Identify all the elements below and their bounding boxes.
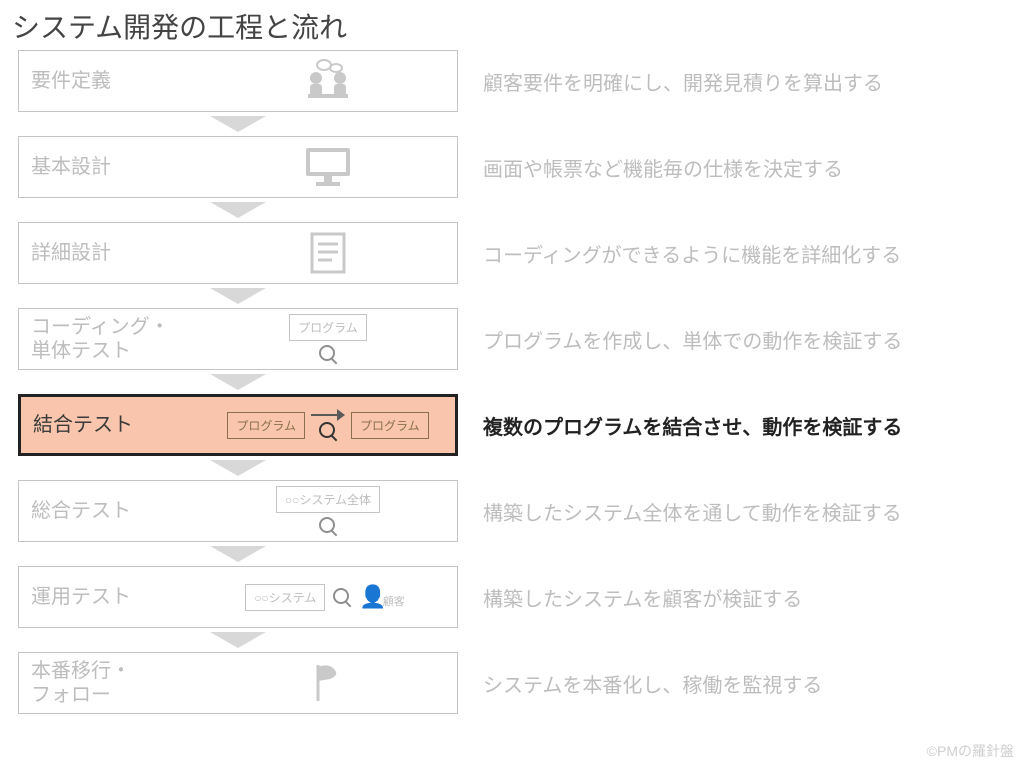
stage-desc: 構築したシステム全体を通して動作を検証する <box>483 497 1014 526</box>
chevron-down-icon <box>210 460 266 476</box>
system-all-icon: ○○システム全体 <box>276 486 380 537</box>
stage-row: 要件定義 顧客要件を明確にし、開発見積りを算出する <box>18 50 1014 112</box>
stage-desc: 複数のプログラムを結合させ、動作を検証する <box>483 411 1014 440</box>
stage-label: 結合テスト <box>33 413 203 437</box>
stage-row: 詳細設計 コーディングができるように機能を詳細化する <box>18 222 1014 284</box>
flow-arrow-gap <box>18 198 458 222</box>
flow-arrow-gap <box>18 628 458 652</box>
magnifier-icon <box>317 515 339 537</box>
chevron-down-icon <box>210 288 266 304</box>
flow-arrow-gap <box>18 112 458 136</box>
flow-arrow-gap <box>18 370 458 394</box>
flag-icon <box>308 661 348 705</box>
stage-iconzone <box>211 657 445 709</box>
document-icon <box>306 230 350 276</box>
stage-row: 結合テスト プログラム プログラム 複数のプログラムを結合させ、動作を検証する <box>18 394 1014 456</box>
stage-desc: 画面や帳票など機能毎の仕様を決定する <box>483 153 1014 182</box>
monitor-icon <box>300 144 356 190</box>
stage-iconzone: ○○システム全体 <box>211 485 445 537</box>
stage-iconzone <box>211 55 445 107</box>
chevron-down-icon <box>210 202 266 218</box>
stage-card: 要件定義 <box>18 50 458 112</box>
stage-card: 総合テスト ○○システム全体 <box>18 480 458 542</box>
stage-row: コーディング・ 単体テスト プログラム プログラムを作成し、単体での動作を検証す… <box>18 308 1014 370</box>
chevron-down-icon <box>210 546 266 562</box>
magnifier-icon <box>317 343 339 365</box>
stage-label: 基本設計 <box>31 155 201 179</box>
stage-row: 運用テスト ○○システム 👤 顧客 構築したシステムを顧客が検証する <box>18 566 1014 628</box>
stage-iconzone: プログラム プログラム <box>213 401 443 449</box>
program-link-icon: プログラム プログラム <box>227 408 428 442</box>
stage-label: 本番移行・ フォロー <box>31 659 201 707</box>
stage-desc: プログラムを作成し、単体での動作を検証する <box>483 325 1014 354</box>
flow-arrow-gap <box>18 542 458 566</box>
stages-list: 要件定義 顧客要件を明確にし、開発見積りを算出する 基本設計 画面や帳票など機能… <box>0 50 1024 714</box>
stage-card: 基本設計 <box>18 136 458 198</box>
stage-row: 本番移行・ フォロー システムを本番化し、稼働を監視する <box>18 652 1014 714</box>
system-customer-icon: ○○システム 👤 顧客 <box>245 584 411 611</box>
stage-label: 総合テスト <box>31 499 201 523</box>
flow-arrow-gap <box>18 456 458 480</box>
chevron-down-icon <box>210 374 266 390</box>
stage-label: 詳細設計 <box>31 241 201 265</box>
stage-card: 運用テスト ○○システム 👤 顧客 <box>18 566 458 628</box>
stage-iconzone: ○○システム 👤 顧客 <box>211 571 445 623</box>
system-box: ○○システム <box>245 584 325 611</box>
stage-iconzone: プログラム <box>211 313 445 365</box>
stage-desc: コーディングができるように機能を詳細化する <box>483 239 1014 268</box>
footer-credit: ©PMの羅針盤 <box>927 741 1014 761</box>
stage-row: 総合テスト ○○システム全体 構築したシステム全体を通して動作を検証する <box>18 480 1014 542</box>
chevron-down-icon <box>210 116 266 132</box>
program-mag-icon: プログラム <box>289 314 367 365</box>
program-box-left: プログラム <box>227 412 305 439</box>
page-title: システム開発の工程と流れ <box>0 0 1024 50</box>
stage-card: 本番移行・ フォロー <box>18 652 458 714</box>
stage-desc: システムを本番化し、稼働を監視する <box>483 669 1014 698</box>
customer-label: 顧客 <box>383 593 405 609</box>
flow-arrow-gap <box>18 284 458 308</box>
stage-label: 運用テスト <box>31 585 201 609</box>
magnifier-icon <box>317 420 339 442</box>
magnifier-icon <box>331 586 353 608</box>
stage-label: 要件定義 <box>31 69 201 93</box>
stage-desc: 構築したシステムを顧客が検証する <box>483 583 1014 612</box>
stage-row: 基本設計 画面や帳票など機能毎の仕様を決定する <box>18 136 1014 198</box>
chevron-down-icon <box>210 632 266 648</box>
program-box: プログラム <box>289 314 367 341</box>
stage-iconzone <box>211 227 445 279</box>
system-all-box: ○○システム全体 <box>276 486 380 513</box>
stage-label: コーディング・ 単体テスト <box>31 315 201 363</box>
stage-iconzone <box>211 141 445 193</box>
stage-card: コーディング・ 単体テスト プログラム <box>18 308 458 370</box>
stage-card: 結合テスト プログラム プログラム <box>18 394 458 456</box>
stage-desc: 顧客要件を明確にし、開発見積りを算出する <box>483 67 1014 96</box>
program-box-right: プログラム <box>351 412 429 439</box>
stage-card: 詳細設計 <box>18 222 458 284</box>
meeting-icon <box>298 58 358 104</box>
